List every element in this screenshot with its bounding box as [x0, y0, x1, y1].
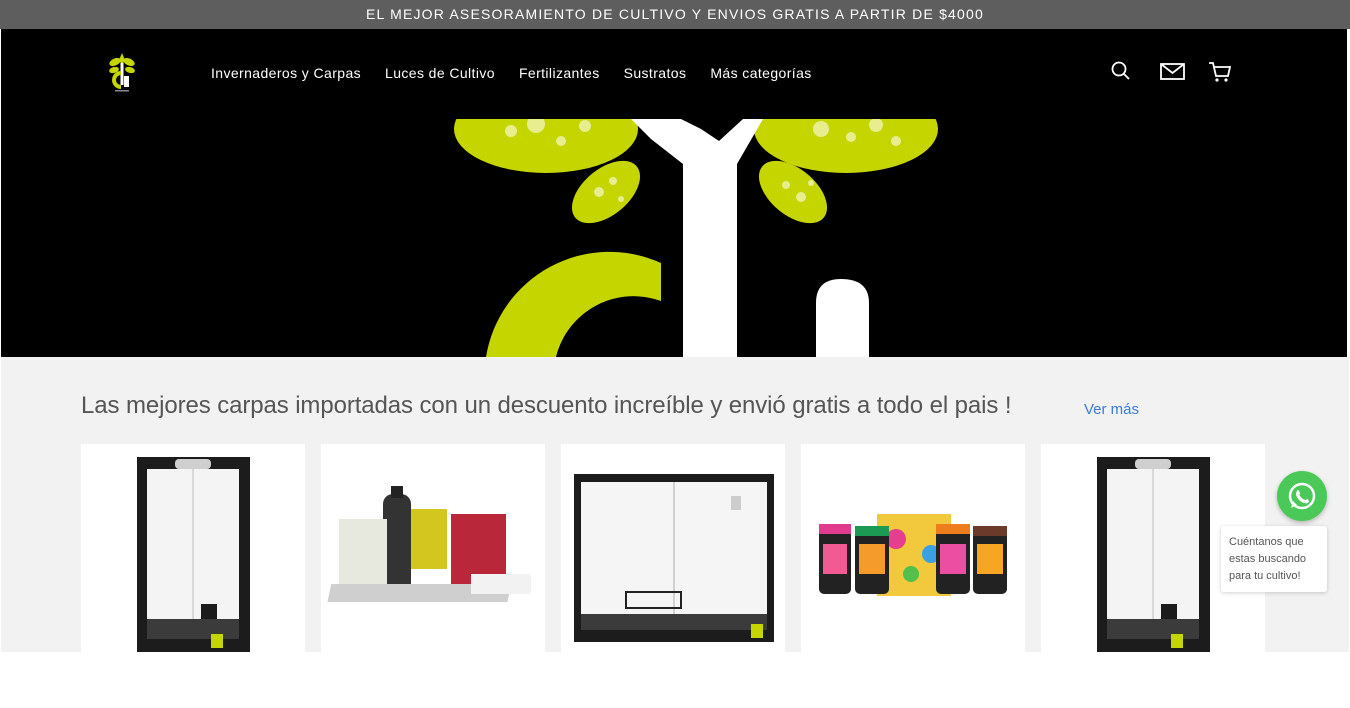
- product-image-nutrient-pack: [327, 486, 531, 602]
- main-nav: Invernaderos y Carpas Luces de Cultivo F…: [211, 65, 812, 81]
- nav-item-invernaderos[interactable]: Invernaderos y Carpas: [211, 65, 361, 81]
- product-image-pc-fertilizer-set: [819, 514, 1007, 596]
- nav-item-luces[interactable]: Luces de Cultivo: [385, 65, 495, 81]
- product-card[interactable]: [321, 444, 545, 652]
- ver-mas-link[interactable]: Ver más: [1084, 401, 1139, 418]
- nav-item-mas-categorias[interactable]: Más categorías: [710, 65, 811, 81]
- whatsapp-message-bubble[interactable]: Cuéntanos que estas buscando para tu cul…: [1221, 526, 1327, 592]
- nav-item-fertilizantes[interactable]: Fertilizantes: [519, 65, 600, 81]
- announcement-text: EL MEJOR ASESORAMIENTO DE CULTIVO Y ENVI…: [365, 6, 984, 22]
- page-bottom: [0, 652, 1350, 708]
- featured-products-section: Las mejores carpas importadas con un des…: [1, 357, 1349, 652]
- whatsapp-line: Cuéntanos que: [1229, 536, 1304, 548]
- announcement-bar: EL MEJOR ASESORAMIENTO DE CULTIVO Y ENVI…: [0, 0, 1350, 29]
- hero-banner[interactable]: [1, 119, 1347, 357]
- mail-icon[interactable]: [1159, 60, 1187, 87]
- whatsapp-icon: [1288, 482, 1316, 510]
- hero-logo-graphic: [454, 119, 938, 357]
- section-title: Las mejores carpas importadas con un des…: [81, 392, 1012, 419]
- product-card[interactable]: [801, 444, 1025, 652]
- product-card[interactable]: [561, 444, 785, 652]
- site-header: Invernaderos y Carpas Luces de Cultivo F…: [1, 29, 1347, 119]
- whatsapp-line: para tu cultivo!: [1229, 570, 1301, 582]
- product-card[interactable]: [81, 444, 305, 652]
- search-icon[interactable]: [1110, 60, 1132, 87]
- store-logo[interactable]: [105, 49, 139, 95]
- whatsapp-line: estas buscando: [1229, 553, 1307, 565]
- whatsapp-button[interactable]: [1277, 471, 1327, 521]
- nav-item-sustratos[interactable]: Sustratos: [624, 65, 687, 81]
- cart-icon[interactable]: [1207, 60, 1233, 89]
- product-image-grow-tent-tall: [137, 457, 250, 652]
- product-image-grow-tent-wide: [574, 474, 774, 642]
